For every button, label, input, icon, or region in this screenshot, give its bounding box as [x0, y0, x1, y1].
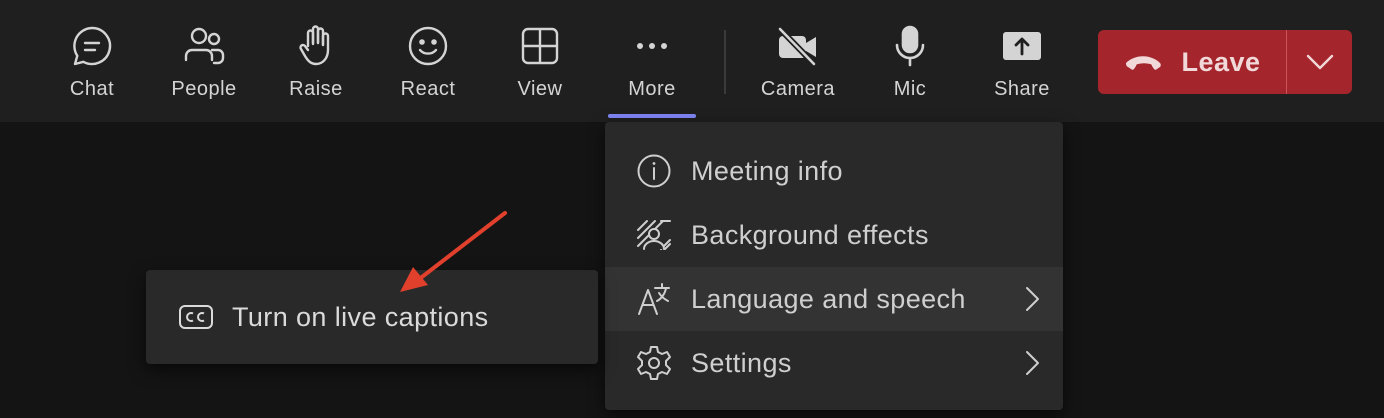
meeting-toolbar: Chat People Raise React View More Camera… — [0, 0, 1384, 122]
raise-hand-button[interactable]: Raise — [266, 0, 366, 122]
info-icon — [635, 152, 673, 190]
toolbar-divider — [724, 30, 726, 94]
background-effects-icon — [635, 216, 673, 254]
menu-item-background-effects[interactable]: Background effects — [605, 203, 1063, 267]
share-button[interactable]: Share — [972, 0, 1072, 122]
turn-on-live-captions-item[interactable]: Turn on live captions — [146, 270, 598, 364]
camera-off-icon — [776, 24, 820, 68]
microphone-icon — [888, 24, 932, 68]
more-dots-icon — [630, 24, 674, 68]
closed-captions-icon — [178, 303, 214, 331]
raise-hand-icon — [294, 24, 338, 68]
leave-options-button[interactable] — [1287, 30, 1352, 94]
share-tray-icon — [1000, 24, 1044, 68]
grid-view-icon — [518, 24, 562, 68]
chevron-right-icon — [1026, 287, 1039, 311]
people-button[interactable]: People — [154, 0, 254, 122]
leave-label: Leave — [1181, 46, 1261, 77]
menu-item-label: Settings — [691, 347, 792, 378]
chevron-right-icon — [1026, 351, 1039, 375]
chat-label: Chat — [69, 78, 115, 100]
view-label: View — [517, 78, 563, 100]
language-submenu: Turn on live captions — [146, 270, 598, 364]
more-label: More — [628, 78, 676, 100]
raise-label: Raise — [289, 78, 343, 100]
submenu-item-label: Turn on live captions — [232, 301, 489, 332]
people-label: People — [171, 78, 237, 100]
view-button[interactable]: View — [490, 0, 590, 122]
hang-up-icon — [1126, 56, 1162, 70]
mic-label: Mic — [893, 78, 927, 100]
leave-button-group: Leave — [1098, 30, 1352, 94]
menu-item-settings[interactable]: Settings — [605, 331, 1063, 395]
chat-icon — [70, 24, 114, 68]
menu-item-label: Background effects — [691, 219, 929, 250]
more-menu: Meeting info Background effects Language… — [605, 122, 1063, 410]
share-label: Share — [994, 78, 1050, 100]
more-button[interactable]: More — [602, 0, 702, 122]
menu-item-label: Meeting info — [691, 155, 843, 186]
menu-item-language-and-speech[interactable]: Language and speech — [605, 267, 1063, 331]
active-tab-indicator — [608, 114, 696, 118]
react-button[interactable]: React — [378, 0, 478, 122]
chevron-down-icon — [1306, 54, 1333, 70]
leave-button[interactable]: Leave — [1098, 30, 1286, 94]
language-icon — [635, 280, 673, 318]
chat-button[interactable]: Chat — [42, 0, 142, 122]
smiley-icon — [406, 24, 450, 68]
camera-label: Camera — [760, 78, 836, 100]
react-label: React — [400, 78, 456, 100]
gear-icon — [635, 344, 673, 382]
people-icon — [182, 24, 226, 68]
camera-button[interactable]: Camera — [748, 0, 848, 122]
mic-button[interactable]: Mic — [860, 0, 960, 122]
menu-item-meeting-info[interactable]: Meeting info — [605, 139, 1063, 203]
menu-item-label: Language and speech — [691, 283, 966, 314]
